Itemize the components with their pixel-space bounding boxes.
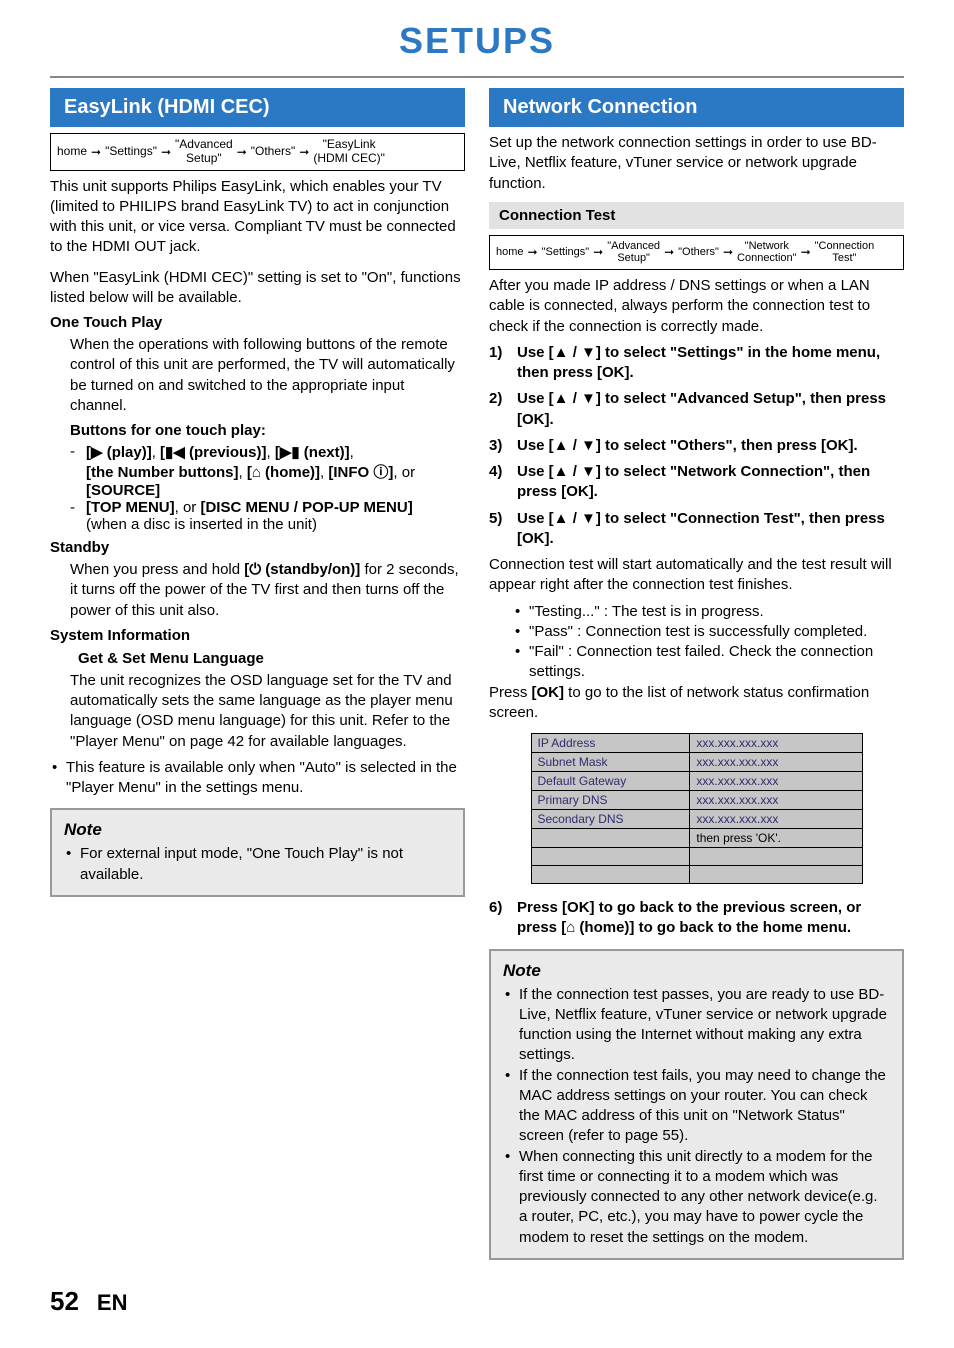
section-heading-network: Network Connection	[489, 88, 904, 127]
note-box: Note For external input mode, "One Touch…	[50, 808, 465, 897]
nav-item: "Connection Test"	[815, 240, 875, 265]
table-row	[531, 848, 862, 866]
right-column: Network Connection Set up the network co…	[489, 88, 904, 1260]
button-ref: [⏻ (standby/on)]	[244, 561, 360, 578]
page-number: 52	[50, 1286, 79, 1317]
nav-item: "Settings"	[542, 246, 590, 259]
list-item: 4)Use [▲ / ▼] to select "Network Connect…	[489, 462, 904, 503]
page-footer: 52 EN	[50, 1286, 904, 1317]
arrow-icon	[91, 145, 101, 159]
breadcrumb-easylink: home "Settings" "Advanced Setup" "Others…	[50, 133, 465, 171]
table-row: Subnet Maskxxx.xxx.xxx.xxx	[531, 753, 862, 772]
button-list-row: - [TOP MENU], or [DISC MENU / POP-UP MEN…	[50, 499, 465, 533]
subheading-getset: Get & Set Menu Language	[50, 650, 465, 667]
nav-item: "Settings"	[105, 145, 157, 159]
paragraph: Connection test will start automatically…	[489, 555, 904, 596]
note-title: Note	[64, 820, 451, 840]
subheading-buttons-for: Buttons for one touch play:	[50, 422, 465, 439]
table-row	[531, 866, 862, 884]
list-item: If the connection test passes, you are r…	[503, 985, 890, 1066]
table-row: then press 'OK'.	[531, 829, 862, 848]
subheading-one-touch: One Touch Play	[50, 314, 465, 331]
list-item: If the connection test fails, you may ne…	[503, 1066, 890, 1147]
button-ref: [SOURCE]	[86, 482, 160, 499]
nav-item: "Advanced Setup"	[175, 138, 233, 166]
paragraph: Press [OK] to go to the list of network …	[489, 683, 904, 724]
button-ref: [TOP MENU]	[86, 499, 175, 516]
note-text: (when a disc is inserted in the unit)	[86, 516, 317, 533]
result-list: "Testing..." : The test is in progress. …	[489, 602, 904, 683]
list-item: 2)Use [▲ / ▼] to select "Advanced Setup"…	[489, 389, 904, 430]
nav-item: "Others"	[251, 145, 296, 159]
nav-item: home	[57, 145, 87, 159]
paragraph: This unit supports Philips EasyLink, whi…	[50, 177, 465, 258]
nav-item: "Advanced Setup"	[607, 240, 660, 265]
divider	[50, 76, 904, 78]
bullet-list: This feature is available only when "Aut…	[50, 758, 465, 799]
paragraph: When the operations with following butto…	[50, 335, 465, 416]
arrow-icon	[593, 245, 603, 259]
breadcrumb-connection-test: home "Settings" "Advanced Setup" "Others…	[489, 235, 904, 270]
paragraph: The unit recognizes the OSD language set…	[50, 671, 465, 752]
note-title: Note	[503, 961, 890, 981]
network-status-table: IP Addressxxx.xxx.xxx.xxx Subnet Maskxxx…	[531, 733, 863, 884]
list-item: 6)Press [OK] to go back to the previous …	[489, 898, 904, 939]
nav-item: "Network Connection"	[737, 240, 797, 265]
button-ref: [DISC MENU / POP-UP MENU]	[200, 499, 412, 516]
arrow-icon	[299, 145, 309, 159]
step-list: 6)Press [OK] to go back to the previous …	[489, 898, 904, 939]
list-item: 5)Use [▲ / ▼] to select "Connection Test…	[489, 509, 904, 550]
left-column: EasyLink (HDMI CEC) home "Settings" "Adv…	[50, 88, 465, 1260]
list-item: "Fail" : Connection test failed. Check t…	[513, 642, 904, 683]
table-row: Secondary DNSxxx.xxx.xxx.xxx	[531, 810, 862, 829]
nav-item: "Others"	[678, 246, 719, 259]
section-heading-easylink: EasyLink (HDMI CEC)	[50, 88, 465, 127]
step-list: 1)Use [▲ / ▼] to select "Settings" in th…	[489, 343, 904, 549]
list-item: For external input mode, "One Touch Play…	[64, 844, 451, 885]
table-row: Primary DNSxxx.xxx.xxx.xxx	[531, 791, 862, 810]
button-ref: [▶ (play)]	[86, 444, 152, 461]
paragraph: When you press and hold [⏻ (standby/on)]…	[50, 560, 465, 621]
list-item: When connecting this unit directly to a …	[503, 1147, 890, 1248]
subheading-sysinfo: System Information	[50, 627, 465, 644]
arrow-icon	[237, 145, 247, 159]
button-ref: [INFO ⓘ]	[328, 464, 393, 481]
nav-item: home	[496, 246, 524, 259]
paragraph: After you made IP address / DNS settings…	[489, 276, 904, 337]
note-box: Note If the connection test passes, you …	[489, 949, 904, 1260]
arrow-icon	[723, 245, 733, 259]
button-list-row: - [▶ (play)], [▮◀ (previous)], [▶▮ (next…	[50, 443, 465, 499]
list-item: 3)Use [▲ / ▼] to select "Others", then p…	[489, 436, 904, 456]
paragraph: When "EasyLink (HDMI CEC)" setting is se…	[50, 268, 465, 309]
arrow-icon	[161, 145, 171, 159]
list-item: "Testing..." : The test is in progress.	[513, 602, 904, 622]
arrow-icon	[664, 245, 674, 259]
arrow-icon	[801, 245, 811, 259]
paragraph: Set up the network connection settings i…	[489, 133, 904, 194]
subheading-standby: Standby	[50, 539, 465, 556]
table-row: Default Gatewayxxx.xxx.xxx.xxx	[531, 772, 862, 791]
language-code: EN	[97, 1290, 128, 1316]
button-ref: [⌂ (home)]	[247, 464, 320, 481]
button-ref: [▶▮ (next)]	[275, 444, 350, 461]
button-ref: [▮◀ (previous)]	[160, 444, 266, 461]
button-ref: [the Number buttons]	[86, 464, 238, 481]
arrow-icon	[528, 245, 538, 259]
list-item: 1)Use [▲ / ▼] to select "Settings" in th…	[489, 343, 904, 384]
table-row: IP Addressxxx.xxx.xxx.xxx	[531, 734, 862, 753]
list-item: "Pass" : Connection test is successfully…	[513, 622, 904, 642]
list-item: This feature is available only when "Aut…	[50, 758, 465, 799]
page-title: SETUPS	[50, 20, 904, 62]
subsection-connection-test: Connection Test	[489, 202, 904, 229]
nav-item: "EasyLink (HDMI CEC)"	[313, 138, 385, 166]
